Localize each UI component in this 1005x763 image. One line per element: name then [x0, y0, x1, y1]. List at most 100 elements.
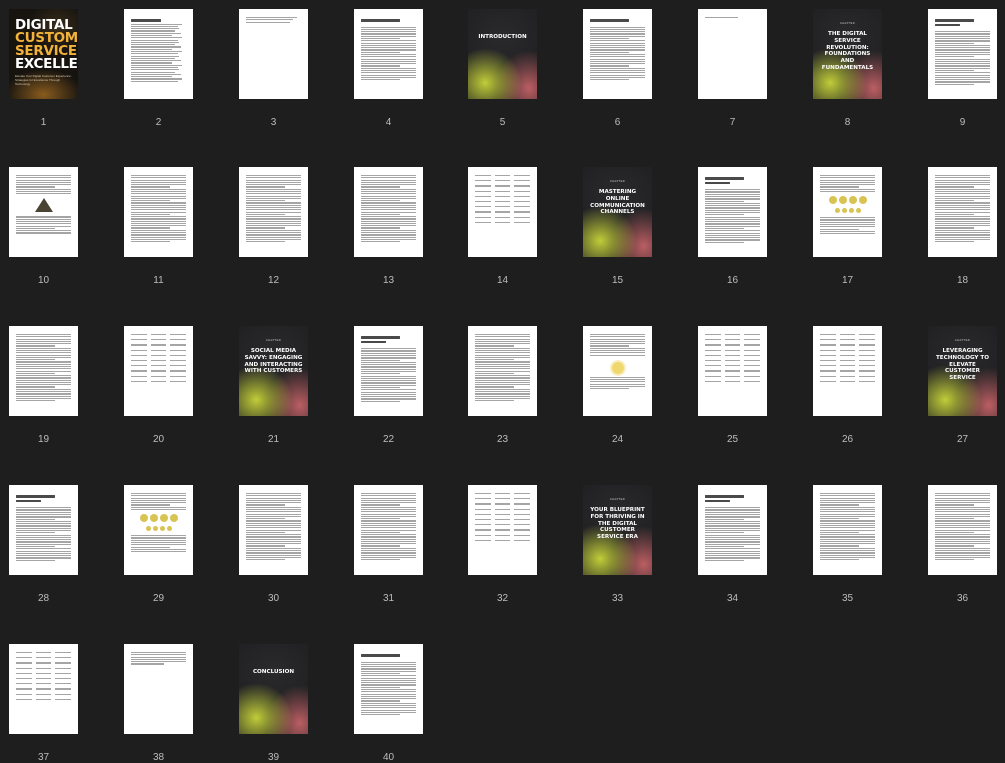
page-body	[361, 334, 416, 410]
text-line	[935, 225, 990, 227]
text-line	[820, 221, 875, 223]
page-thumbnail[interactable]	[813, 485, 882, 575]
table-cell	[35, 683, 52, 685]
text-line	[131, 28, 180, 30]
table-cell	[494, 211, 511, 213]
page-thumbnail[interactable]	[124, 167, 193, 257]
text-line	[361, 538, 416, 540]
page-thumbnail[interactable]: CHAPTER MASTERING ONLINE COMMUNICATION CH…	[583, 167, 652, 257]
page-thumbnail[interactable]: CHAPTER SOCIAL MEDIA SAVVY: ENGAGING AND …	[239, 326, 308, 416]
text-line	[935, 44, 990, 47]
page-thumbnail[interactable]	[698, 9, 767, 99]
page-thumbnail[interactable]	[354, 326, 423, 416]
page-heading	[131, 19, 162, 22]
lightbulb-figure	[611, 361, 624, 374]
page-thumbnail[interactable]: CHAPTER YOUR BLUEPRINT FOR THRIVING IN TH…	[583, 485, 652, 575]
table-cell	[150, 354, 167, 356]
text-line	[820, 502, 875, 504]
table-cell	[494, 539, 511, 541]
table-row	[705, 365, 761, 367]
table-row	[820, 380, 876, 382]
page-thumbnail[interactable]	[813, 326, 882, 416]
table-row	[16, 677, 72, 680]
text-line	[361, 502, 416, 504]
page-thumbnail[interactable]	[468, 485, 537, 575]
text-line	[131, 48, 173, 50]
table-cell	[744, 365, 761, 367]
page-thumbnail[interactable]	[928, 167, 997, 257]
text-line	[16, 365, 71, 368]
text-line	[361, 218, 416, 220]
text-line	[131, 493, 186, 495]
page-thumbnail[interactable]	[354, 9, 423, 99]
page-thumbnail[interactable]: CONCLUSION	[239, 644, 308, 734]
page-heading	[361, 340, 386, 344]
table-cell	[820, 365, 836, 367]
table-cell	[35, 652, 52, 654]
page-thumbnail[interactable]	[468, 167, 537, 257]
text-line	[246, 518, 285, 520]
table-row	[16, 683, 72, 685]
text-line	[590, 44, 645, 47]
page-thumbnail[interactable]	[124, 9, 193, 99]
text-line	[361, 556, 416, 559]
text-line	[16, 193, 71, 195]
page-thumbnail[interactable]	[239, 485, 308, 575]
page-thumbnail[interactable]: CHAPTER LEVERAGING TECHNOLOGY TO ELEVATE …	[928, 326, 997, 416]
text-line	[16, 230, 71, 232]
page-thumbnail[interactable]: CHAPTER THE DIGITAL SERVICE REVOLUTION: F…	[813, 9, 882, 99]
page-body	[475, 334, 530, 410]
text-line	[935, 40, 990, 42]
table-cell	[514, 195, 531, 197]
page-thumbnail[interactable]	[468, 326, 537, 416]
page-thumbnail[interactable]	[9, 326, 78, 416]
page-number: 39	[267, 752, 280, 763]
page-thumbnail[interactable]: DIGITALCUSTOMERSERVICEEXCELLENCE Elevate …	[9, 9, 78, 99]
text-line	[820, 540, 875, 543]
page-thumbnail[interactable]	[9, 485, 78, 575]
page-thumbnail[interactable]	[354, 167, 423, 257]
text-line	[475, 345, 514, 347]
page-thumbnail[interactable]	[9, 167, 78, 257]
text-line	[935, 81, 990, 83]
page-thumbnail[interactable]	[9, 644, 78, 734]
page-thumbnail[interactable]	[698, 485, 767, 575]
text-line	[820, 552, 875, 554]
page-thumbnail[interactable]	[354, 644, 423, 734]
text-line	[16, 386, 55, 388]
table-cell	[150, 349, 167, 351]
page-thumbnail[interactable]	[124, 326, 193, 416]
text-line	[361, 229, 416, 231]
text-line	[16, 379, 71, 381]
text-line	[820, 550, 875, 552]
page-thumbnail[interactable]	[354, 485, 423, 575]
table-cell	[705, 334, 721, 336]
table-cell	[820, 349, 836, 351]
page-thumbnail[interactable]	[698, 326, 767, 416]
text-line	[705, 516, 760, 518]
text-line	[16, 363, 71, 365]
text-line	[705, 552, 760, 554]
table-cell	[820, 359, 836, 362]
page-thumbnail[interactable]	[239, 167, 308, 257]
table-row	[475, 211, 531, 213]
table-cell	[475, 221, 491, 223]
table-row	[820, 365, 876, 367]
page-thumbnail[interactable]	[583, 9, 652, 99]
page-thumbnail[interactable]	[698, 167, 767, 257]
cover-title: DIGITALCUSTOMERSERVICEEXCELLENCE	[15, 18, 78, 71]
page-heading	[935, 23, 960, 27]
table-cell	[744, 339, 761, 341]
page-thumbnail[interactable]	[583, 326, 652, 416]
page-thumbnail[interactable]	[813, 167, 882, 257]
page-thumbnail[interactable]	[239, 9, 308, 99]
page-thumbnail[interactable]	[124, 485, 193, 575]
text-line	[935, 213, 974, 215]
page-thumbnail[interactable]	[928, 485, 997, 575]
page-thumbnail[interactable]	[124, 644, 193, 734]
page-thumbnail[interactable]	[928, 9, 997, 99]
page-heading	[361, 654, 400, 657]
page-thumbnail[interactable]: INTRODUCTION	[468, 9, 537, 99]
page-body	[16, 652, 72, 728]
text-line	[131, 50, 182, 53]
